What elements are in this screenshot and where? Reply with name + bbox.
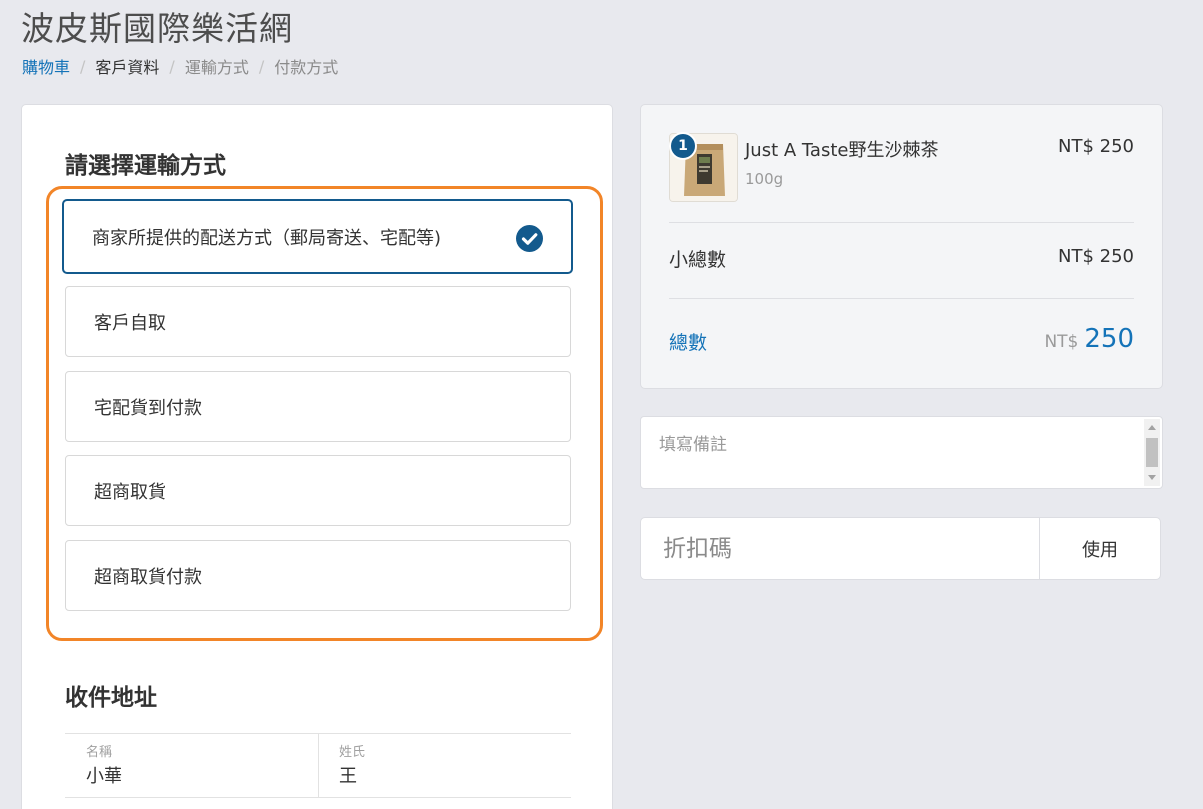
note-scrollbar[interactable] bbox=[1144, 419, 1160, 486]
order-note-textarea[interactable]: 填寫備註 bbox=[640, 416, 1163, 489]
total-amount: 250 bbox=[1084, 324, 1134, 354]
address-name-row: 名稱 小華 姓氏 王 bbox=[65, 733, 571, 797]
last-name-value: 王 bbox=[339, 766, 357, 787]
first-name-value: 小華 bbox=[86, 766, 122, 787]
breadcrumb-separator: / bbox=[169, 56, 175, 76]
checkout-form-card: 請選擇運輸方式 商家所提供的配送方式（郵局寄送、宅配等) 客戶自取 宅配貨到付款… bbox=[21, 104, 613, 809]
breadcrumb-separator: / bbox=[258, 56, 265, 76]
breadcrumb-shipping: 運輸方式 bbox=[184, 58, 249, 77]
coupon-group: 使用 bbox=[640, 517, 1161, 580]
order-summary: 1 Just A Taste野生沙棘茶 100g NT$ 250 小總數 NT$… bbox=[640, 104, 1163, 389]
shipping-option-label: 客戶自取 bbox=[94, 312, 166, 334]
product-name: Just A Taste野生沙棘茶 bbox=[745, 140, 939, 161]
scroll-down-arrow-icon[interactable] bbox=[1148, 475, 1156, 480]
shipping-option-merchant-delivery[interactable]: 商家所提供的配送方式（郵局寄送、宅配等) bbox=[62, 199, 573, 274]
shipping-option-label: 超商取貨付款 bbox=[94, 566, 202, 588]
shipping-option-self-pickup[interactable]: 客戶自取 bbox=[65, 286, 571, 357]
product-variant: 100g bbox=[745, 170, 784, 188]
check-circle-icon bbox=[516, 225, 543, 252]
total-currency: NT$ bbox=[1044, 332, 1079, 352]
breadcrumb-customer-info: 客戶資料 bbox=[95, 58, 160, 77]
shipping-option-home-cod[interactable]: 宅配貨到付款 bbox=[65, 371, 571, 442]
breadcrumb-payment: 付款方式 bbox=[274, 58, 339, 77]
shipping-option-label: 超商取貨 bbox=[94, 481, 166, 503]
shipping-option-label: 宅配貨到付款 bbox=[94, 397, 202, 419]
shipping-option-store-pickup-cod[interactable]: 超商取貨付款 bbox=[65, 540, 571, 611]
scroll-up-arrow-icon[interactable] bbox=[1148, 425, 1156, 430]
breadcrumb-cart[interactable]: 購物車 bbox=[22, 54, 70, 78]
total-label: 總數 bbox=[669, 332, 708, 354]
subtotal-value: NT$ 250 bbox=[1058, 246, 1134, 267]
shipping-option-label: 商家所提供的配送方式（郵局寄送、宅配等) bbox=[92, 227, 442, 249]
last-name-field[interactable]: 姓氏 王 bbox=[318, 734, 571, 797]
product-price: NT$ 250 bbox=[1058, 136, 1134, 157]
store-title: 波皮斯國際樂活網 bbox=[21, 9, 293, 48]
address-heading: 收件地址 bbox=[65, 685, 157, 711]
apply-coupon-button[interactable]: 使用 bbox=[1039, 518, 1160, 579]
shipping-heading: 請選擇運輸方式 bbox=[65, 153, 226, 179]
address-next-row bbox=[65, 797, 571, 798]
first-name-label: 名稱 bbox=[86, 745, 113, 760]
first-name-field[interactable]: 名稱 小華 bbox=[65, 734, 318, 797]
breadcrumb: 購物車 / 客戶資料 / 運輸方式 / 付款方式 bbox=[22, 54, 338, 78]
summary-divider bbox=[669, 222, 1134, 223]
subtotal-label: 小總數 bbox=[669, 249, 727, 271]
note-placeholder: 填寫備註 bbox=[659, 435, 727, 455]
last-name-label: 姓氏 bbox=[339, 745, 366, 760]
summary-divider bbox=[669, 298, 1134, 299]
shipping-option-store-pickup[interactable]: 超商取貨 bbox=[65, 455, 571, 526]
scroll-thumb[interactable] bbox=[1146, 438, 1158, 467]
total-value: NT$ 250 bbox=[1044, 324, 1134, 354]
quantity-badge: 1 bbox=[669, 132, 697, 160]
breadcrumb-separator: / bbox=[80, 56, 86, 76]
coupon-code-input[interactable] bbox=[641, 518, 1039, 579]
